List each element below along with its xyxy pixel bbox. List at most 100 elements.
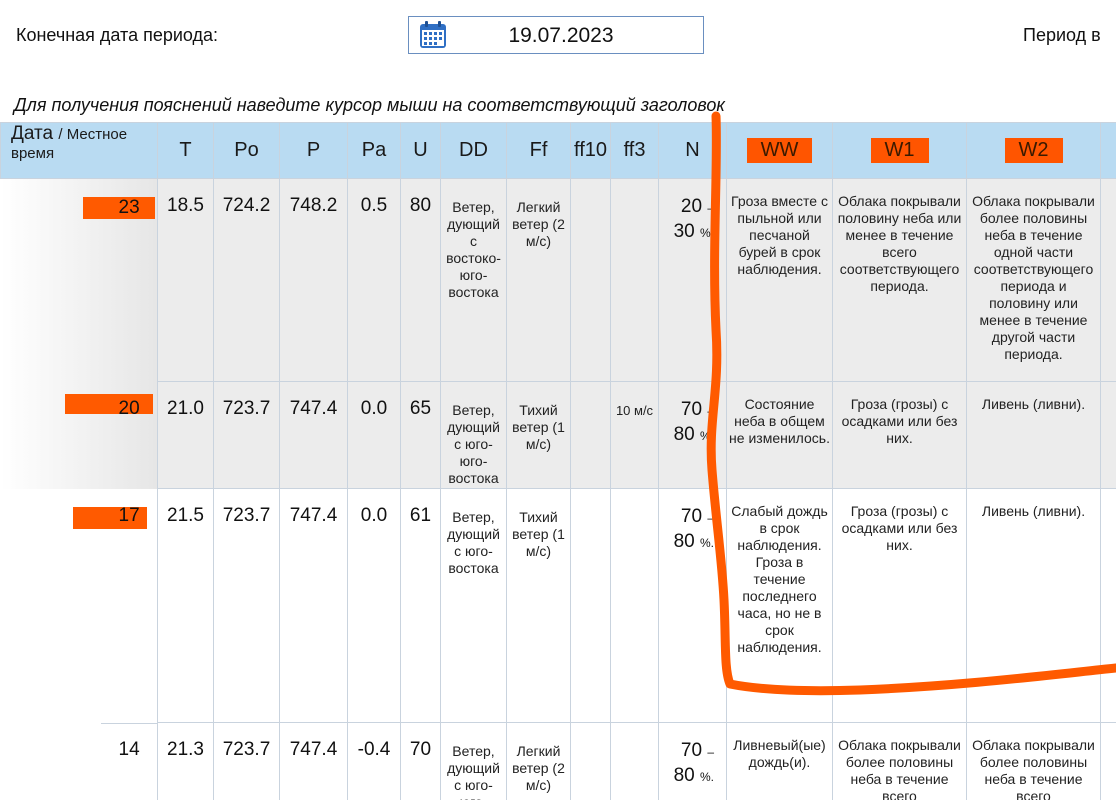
cell-w1: Облака покрывали более половины неба в т… xyxy=(832,722,967,800)
weather-table: Дата / Местное время T Po P Pa U DD Ff f… xyxy=(0,122,1116,800)
cell-ff3 xyxy=(610,722,659,800)
cell-t: 21.5 xyxy=(157,488,214,723)
end-date-input[interactable]: 19.07.2023 xyxy=(408,16,704,54)
cell-ff3 xyxy=(610,178,659,382)
cell-ff10 xyxy=(570,178,611,382)
cell-ff10 xyxy=(570,722,611,800)
cell-p: 747.4 xyxy=(279,488,348,723)
cell-po: 723.7 xyxy=(213,381,280,489)
col-header-ff3[interactable]: ff3 xyxy=(610,122,659,179)
row-date-cell: 14 xyxy=(0,722,158,800)
cell-pa: 0.0 xyxy=(347,381,401,489)
col-header-t[interactable]: T xyxy=(157,122,214,179)
cell-ff3 xyxy=(610,488,659,723)
cell-pa: -0.4 xyxy=(347,722,401,800)
cell-po: 723.7 xyxy=(213,488,280,723)
cell-n: 70 – 80 %. xyxy=(658,381,727,489)
n-low: 70 xyxy=(680,740,703,761)
cell-ww: Гроза вместе с пыльной или песчаной буре… xyxy=(726,178,833,382)
cell-w1: Гроза (грозы) с осадками или без них. xyxy=(832,488,967,723)
cell-pa: 0.0 xyxy=(347,488,401,723)
table-row: 23 18.5 724.2 748.2 0.5 80 Ветер, дующий… xyxy=(0,178,1116,382)
col-header-w2[interactable]: W2 xyxy=(966,122,1101,179)
col-header-w1[interactable]: W1 xyxy=(832,122,967,179)
col-header-w1-label: W1 xyxy=(870,138,929,163)
n-high: 80 xyxy=(673,765,695,786)
n-dash: – xyxy=(707,745,714,759)
n-percent: %. xyxy=(699,429,714,443)
period-label: Период в xyxy=(1023,25,1101,45)
n-low: 70 xyxy=(680,399,703,420)
col-header-date-label: Дата xyxy=(11,123,54,144)
cell-ff: Легкий ветер (2 м/с) xyxy=(506,178,571,382)
cell-ff: Тихий ветер (1 м/с) xyxy=(506,488,571,723)
n-high: 30 xyxy=(673,221,695,242)
col-header-date[interactable]: Дата / Местное время xyxy=(0,122,158,179)
n-percent: %. xyxy=(699,770,714,784)
cell-ff: Тихий ветер (1 м/с) xyxy=(506,381,571,489)
n-dash: – xyxy=(707,404,714,418)
col-header-ff10[interactable]: ff10 xyxy=(570,122,611,179)
cell-u: 80 xyxy=(400,178,441,382)
cell-n: 70 – 80 %. xyxy=(658,722,727,800)
col-header-dd[interactable]: DD xyxy=(440,122,507,179)
col-header-ww[interactable]: WW xyxy=(726,122,833,179)
col-header-ww-label: WW xyxy=(746,138,813,163)
cell-ww: Слабый дождь в срок наблюдения. Гроза в … xyxy=(726,488,833,723)
cell-u: 65 xyxy=(400,381,441,489)
cell-w1: Облака покрывали половину неба или менее… xyxy=(832,178,967,382)
cell-u: 61 xyxy=(400,488,441,723)
row-hour: 14 xyxy=(118,738,140,760)
cell-t: 18.5 xyxy=(157,178,214,382)
cell-ww: Ливневый(ые) дождь(и). xyxy=(726,722,833,800)
col-header-p[interactable]: P xyxy=(279,122,348,179)
cell-extra xyxy=(1100,381,1116,489)
cell-extra xyxy=(1100,178,1116,382)
cell-w2: Ливень (ливни). xyxy=(966,488,1101,723)
col-header-ff[interactable]: Ff xyxy=(506,122,571,179)
cell-ww: Состояние неба в общем не изменилось. xyxy=(726,381,833,489)
n-high: 80 xyxy=(673,531,695,552)
row-date-cell: 20 xyxy=(0,381,158,489)
cell-extra xyxy=(1100,722,1116,800)
cell-ff: Легкий ветер (2 м/с) xyxy=(506,722,571,800)
cell-ff3: 10 м/с xyxy=(610,381,659,489)
cell-extra xyxy=(1100,488,1116,723)
n-percent: %. xyxy=(699,226,714,240)
cell-p: 747.4 xyxy=(279,722,348,800)
cell-p: 747.4 xyxy=(279,381,348,489)
cell-n: 70 – 80 %. xyxy=(658,488,727,723)
cell-ff10 xyxy=(570,488,611,723)
row-date-cell: 23 xyxy=(0,178,158,382)
col-header-n[interactable]: N xyxy=(658,122,727,179)
col-header-u[interactable]: U xyxy=(400,122,441,179)
cell-ff10 xyxy=(570,381,611,489)
col-header-pa[interactable]: Pa xyxy=(347,122,401,179)
table-row: 17 21.5 723.7 747.4 0.0 61 Ветер, дующий… xyxy=(0,488,1116,723)
row-hour: 17 xyxy=(118,504,140,526)
cell-w1: Гроза (грозы) с осадками или без них. xyxy=(832,381,967,489)
row-date-cell: 17 xyxy=(0,488,158,723)
table-row: 14 21.3 723.7 747.4 -0.4 70 Ветер, дующи… xyxy=(0,722,1116,800)
cell-po: 723.7 xyxy=(213,722,280,800)
end-date-label: Конечная дата периода: xyxy=(16,25,219,45)
cell-dd: Ветер, дующий с юго-востока xyxy=(440,488,507,723)
cell-n: 20 – 30 %. xyxy=(658,178,727,382)
hint-text: Для получения пояснений наведите курсор … xyxy=(14,95,725,115)
cell-dd: Ветер, дующий с юго-юго- xyxy=(440,722,507,800)
col-header-po[interactable]: Po xyxy=(213,122,280,179)
col-header-w2-label: W2 xyxy=(1004,138,1063,163)
cell-t: 21.0 xyxy=(157,381,214,489)
n-high: 80 xyxy=(673,424,695,445)
row-hour: 23 xyxy=(118,197,140,218)
cell-po: 724.2 xyxy=(213,178,280,382)
table-row: 20 21.0 723.7 747.4 0.0 65 Ветер, дующий… xyxy=(0,381,1116,489)
header-row: Дата / Местное время T Po P Pa U DD Ff f… xyxy=(0,122,1116,179)
cell-t: 21.3 xyxy=(157,722,214,800)
cell-pa: 0.5 xyxy=(347,178,401,382)
top-bar: Конечная дата периода: 19.07.2023 Период… xyxy=(0,0,1116,90)
n-low: 70 xyxy=(680,506,703,527)
cell-p: 748.2 xyxy=(279,178,348,382)
row-hour: 20 xyxy=(118,397,140,419)
end-date-value[interactable]: 19.07.2023 xyxy=(409,24,703,48)
